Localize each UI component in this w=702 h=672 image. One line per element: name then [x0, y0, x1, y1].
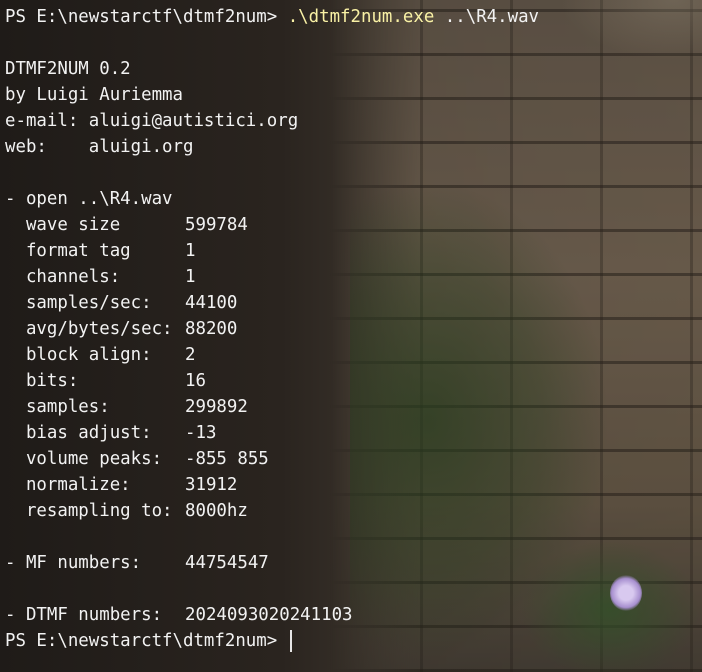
text-cursor [289, 630, 292, 652]
stat-row: block align: 2 [5, 342, 702, 368]
stat-row: bias adjust: -13 [5, 420, 702, 446]
stat-value: 299892 [185, 397, 248, 417]
stat-key: samples/sec: [5, 293, 152, 313]
stat-key: format tag [5, 241, 131, 261]
stat-value: -13 [185, 423, 217, 443]
stat-value: 31912 [185, 475, 238, 495]
dtmf-numbers-line: - DTMF numbers: 2024093020241103 [5, 602, 702, 628]
stat-row: bits: 16 [5, 368, 702, 394]
stat-value: 44100 [185, 293, 238, 313]
stat-value: 599784 [185, 215, 248, 235]
command-line: PS E:\newstarctf\dtmf2num> .\dtmf2num.ex… [5, 4, 702, 30]
stat-value: -855 855 [185, 449, 269, 469]
stat-key: normalize: [5, 475, 131, 495]
stat-key: bits: [5, 371, 79, 391]
stat-key: wave size [5, 215, 121, 235]
stat-row: resampling to: 8000hz [5, 498, 702, 524]
terminal-output[interactable]: PS E:\newstarctf\dtmf2num> .\dtmf2num.ex… [5, 4, 702, 672]
stat-value: 16 [185, 371, 206, 391]
stat-key: volume peaks: [5, 449, 163, 469]
dtmf-key: - DTMF numbers: [5, 605, 163, 625]
dtmf-value: 2024093020241103 [185, 605, 353, 625]
mf-numbers-line: - MF numbers: 44754547 [5, 550, 702, 576]
mf-key: - MF numbers: [5, 553, 142, 573]
stat-row: avg/bytes/sec: 88200 [5, 316, 702, 342]
banner-web: web: aluigi.org [5, 137, 194, 157]
stat-row: wave size 599784 [5, 212, 702, 238]
command-exe: .\dtmf2num.exe [287, 7, 435, 27]
stat-value: 1 [185, 267, 196, 287]
stat-row: normalize: 31912 [5, 472, 702, 498]
stat-key: block align: [5, 345, 152, 365]
banner-email: e-mail: aluigi@autistici.org [5, 111, 299, 131]
prompt: PS E:\newstarctf\dtmf2num> [5, 631, 288, 651]
stat-key: bias adjust: [5, 423, 152, 443]
stat-value: 88200 [185, 319, 238, 339]
stat-value: 2 [185, 345, 196, 365]
stat-row: format tag 1 [5, 238, 702, 264]
mf-value: 44754547 [185, 553, 269, 573]
stat-value: 8000hz [185, 501, 248, 521]
stat-key: avg/bytes/sec: [5, 319, 173, 339]
stat-row: volume peaks: -855 855 [5, 446, 702, 472]
command-arg: ..\R4.wav [444, 7, 540, 27]
stat-row: channels: 1 [5, 264, 702, 290]
open-file-line: - open ..\R4.wav [5, 189, 173, 209]
stat-row: samples/sec: 44100 [5, 290, 702, 316]
prompt-line[interactable]: PS E:\newstarctf\dtmf2num> [5, 628, 702, 654]
stat-key: resampling to: [5, 501, 173, 521]
stat-row: samples: 299892 [5, 394, 702, 420]
prompt: PS E:\newstarctf\dtmf2num> [5, 7, 288, 27]
banner-author: by Luigi Auriemma [5, 85, 183, 105]
stat-key: channels: [5, 267, 121, 287]
stat-value: 1 [185, 241, 196, 261]
banner-title: DTMF2NUM 0.2 [5, 59, 131, 79]
stat-key: samples: [5, 397, 110, 417]
